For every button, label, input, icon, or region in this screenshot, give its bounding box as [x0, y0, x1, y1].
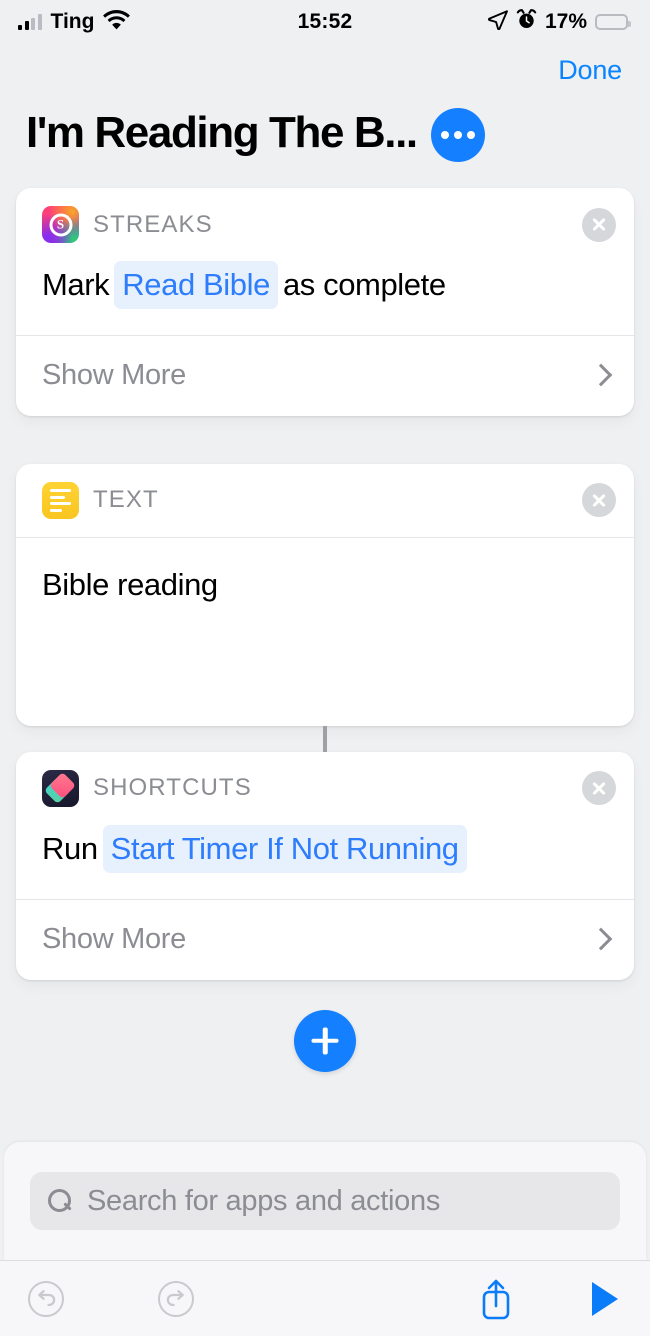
bottom-toolbar	[0, 1260, 650, 1336]
text-field-value[interactable]: Bible reading	[42, 564, 608, 606]
undo-icon[interactable]	[24, 1277, 68, 1321]
text-app-icon	[42, 481, 79, 519]
ellipsis-icon[interactable]	[430, 108, 485, 162]
chevron-right-icon	[593, 927, 608, 953]
shortcut-editor-screen: Ting 15:52 17% Done I'm Reading The B...…	[0, 0, 650, 1336]
search-icon	[48, 1188, 73, 1214]
shortcuts-app-icon	[42, 769, 79, 807]
action-card-body: Mark Read Bible as complete	[16, 261, 634, 335]
action-app-label: STREAKS	[93, 210, 213, 238]
share-icon[interactable]	[476, 1276, 516, 1322]
sentence-prefix: Mark	[42, 267, 110, 302]
title-row: I'm Reading The B...	[0, 96, 650, 162]
action-card-header: TEXT	[16, 464, 634, 537]
action-card-body: Run Start Timer If Not Running	[16, 824, 634, 899]
action-sentence: Run Start Timer If Not Running	[42, 824, 608, 873]
sentence-suffix: as complete	[282, 267, 446, 302]
streaks-app-icon: S	[42, 206, 79, 243]
action-sentence: Mark Read Bible as complete	[42, 261, 608, 309]
action-search-sheet: Search for apps and actions	[4, 1142, 646, 1260]
search-placeholder: Search for apps and actions	[87, 1184, 441, 1217]
play-icon[interactable]	[588, 1279, 622, 1319]
action-card-header: SHORTCUTS	[16, 752, 634, 825]
action-stack: S STREAKS Mark Read Bible as complete Sh…	[0, 162, 650, 1072]
plus-icon[interactable]	[294, 1009, 356, 1072]
action-card-header: S STREAKS	[16, 188, 634, 261]
show-more-button[interactable]: Show More	[16, 336, 634, 416]
location-arrow-icon	[487, 9, 508, 35]
close-icon[interactable]	[582, 771, 616, 806]
show-more-label: Show More	[42, 359, 186, 392]
chevron-right-icon	[593, 363, 608, 389]
page-title[interactable]: I'm Reading The B...	[26, 108, 418, 157]
close-icon[interactable]	[582, 483, 616, 518]
action-card-shortcuts[interactable]: SHORTCUTS Run Start Timer If Not Running…	[16, 751, 634, 980]
parameter-pill-shortcut[interactable]: Start Timer If Not Running	[102, 824, 467, 873]
action-card-streaks[interactable]: S STREAKS Mark Read Bible as complete Sh…	[16, 188, 634, 416]
show-more-label: Show More	[42, 923, 186, 956]
action-connector	[16, 725, 634, 752]
parameter-pill-task[interactable]: Read Bible	[114, 261, 278, 309]
action-app-label: SHORTCUTS	[93, 774, 252, 802]
search-input[interactable]: Search for apps and actions	[30, 1172, 620, 1230]
action-app-label: TEXT	[93, 486, 159, 514]
done-button[interactable]: Done	[558, 55, 622, 86]
redo-icon[interactable]	[154, 1277, 198, 1321]
navigation-bar: Done	[0, 44, 650, 96]
close-icon[interactable]	[582, 207, 616, 242]
battery-percent-label: 17%	[544, 10, 587, 33]
status-bar: Ting 15:52 17%	[0, 0, 650, 44]
show-more-button[interactable]: Show More	[16, 900, 634, 980]
battery-low-icon	[595, 14, 631, 30]
action-card-body: Bible reading	[16, 538, 634, 726]
alarm-clock-icon	[516, 9, 537, 35]
sentence-prefix: Run	[42, 830, 98, 866]
action-card-text[interactable]: TEXT Bible reading	[16, 463, 634, 726]
status-bar-right: 17%	[487, 9, 631, 35]
add-action-row	[16, 980, 634, 1072]
